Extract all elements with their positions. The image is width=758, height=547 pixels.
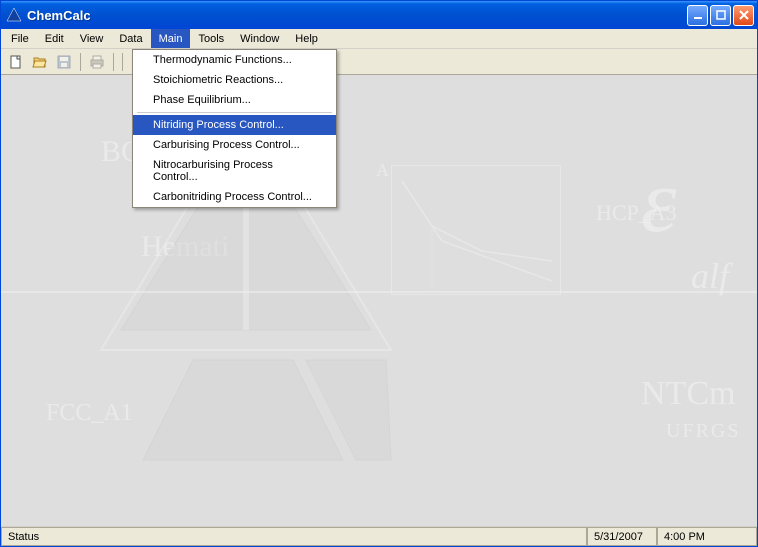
minimize-button[interactable] — [687, 5, 708, 26]
app-window: ChemCalc File Edit View Data Main Tools … — [0, 0, 758, 547]
menu-file[interactable]: File — [3, 29, 37, 48]
toolbar-separator — [80, 53, 81, 71]
bg-horizontal-line — [1, 291, 757, 293]
content-area: BC Hemati FCC_A1 HCP_A3 alf NTCm UFRGS A… — [1, 75, 757, 526]
menu-item-stoichiometric[interactable]: Stoichiometric Reactions... — [133, 70, 336, 90]
main-dropdown-menu: Thermodynamic Functions... Stoichiometri… — [132, 49, 337, 208]
menu-window[interactable]: Window — [232, 29, 287, 48]
toolbar-separator — [113, 53, 114, 71]
statusbar: Status 5/31/2007 4:00 PM — [1, 526, 757, 546]
window-title: ChemCalc — [27, 8, 687, 23]
menu-help[interactable]: Help — [287, 29, 326, 48]
bg-text-ntcm: NTCm — [641, 375, 735, 413]
titlebar: ChemCalc — [1, 1, 757, 29]
app-icon — [6, 7, 22, 23]
menu-item-nitrocarburising[interactable]: Nitrocarburising Process Control... — [133, 155, 336, 187]
menu-edit[interactable]: Edit — [37, 29, 72, 48]
print-button — [86, 51, 108, 73]
menubar: File Edit View Data Main Tools Window He… — [1, 29, 757, 49]
status-text: Status — [1, 527, 587, 546]
bg-chart-rect — [391, 165, 561, 295]
status-date: 5/31/2007 — [587, 527, 657, 546]
status-time: 4:00 PM — [657, 527, 757, 546]
bg-epsilon-icon: ε — [641, 150, 676, 253]
menu-data[interactable]: Data — [111, 29, 150, 48]
menu-view[interactable]: View — [72, 29, 112, 48]
maximize-button[interactable] — [710, 5, 731, 26]
bg-text-ufrgs: UFRGS — [666, 420, 740, 443]
close-button[interactable] — [733, 5, 754, 26]
menu-item-carburising[interactable]: Carburising Process Control... — [133, 135, 336, 155]
menu-main[interactable]: Main — [151, 29, 191, 48]
dropdown-separator — [137, 112, 332, 113]
menu-item-nitriding[interactable]: Nitriding Process Control... — [133, 115, 336, 135]
toolbar-separator — [122, 53, 123, 71]
menu-item-phase-equilibrium[interactable]: Phase Equilibrium... — [133, 90, 336, 110]
menu-tools[interactable]: Tools — [190, 29, 232, 48]
new-button[interactable] — [5, 51, 27, 73]
window-controls — [687, 5, 754, 26]
menu-item-thermodynamic[interactable]: Thermodynamic Functions... — [133, 50, 336, 70]
toolbar — [1, 49, 757, 75]
menu-item-carbonitriding[interactable]: Carbonitriding Process Control... — [133, 187, 336, 207]
save-button — [53, 51, 75, 73]
open-button[interactable] — [29, 51, 51, 73]
